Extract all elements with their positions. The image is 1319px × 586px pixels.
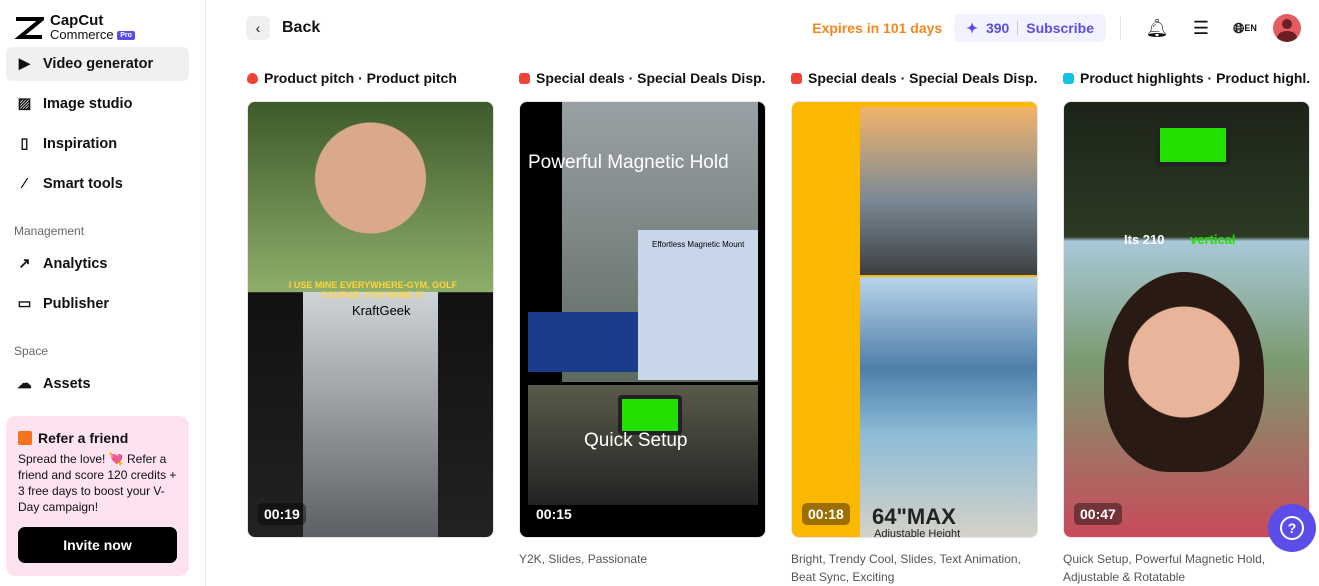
nav-label: Inspiration	[43, 136, 118, 152]
calendar-icon: ▭	[17, 296, 32, 312]
video-thumbnail[interactable]: 64"MAX Adjustable Height 00:18	[791, 101, 1038, 538]
card-title: Product highlights · Product highl...	[1080, 70, 1310, 86]
sparkle-icon: ✦	[966, 19, 978, 36]
chart-icon: ↗	[18, 256, 31, 272]
phone-icon: ▯	[20, 136, 29, 152]
video-thumbnail[interactable]: Its 210 vertical 00:47	[1063, 101, 1310, 538]
chevron-left-icon[interactable]: ‹	[246, 16, 270, 40]
capcut-commerce-logo[interactable]: CapCut Commerce Pro	[14, 12, 135, 42]
bell-icon[interactable]: 🔔︎	[1143, 14, 1171, 42]
nav-label: Image studio	[43, 96, 133, 112]
logo-subtext: Commerce	[50, 27, 114, 42]
credits-count: 390	[985, 20, 1010, 36]
globe-language-icon[interactable]: 🌐︎ EN	[1231, 14, 1259, 42]
duration-badge: 00:15	[536, 506, 572, 522]
section-label-space: Space	[14, 344, 49, 358]
refer-title: Refer a friend	[38, 430, 129, 446]
header-actions: Expires in 101 days ✦ 390 Subscribe 🔔︎ ☰ 🌐…	[812, 13, 1301, 43]
sidebar-item-video-generator[interactable]: ▶ Video generator	[6, 47, 189, 81]
refer-a-friend-card: Refer a friend Spread the love! 💘 Refer …	[6, 416, 189, 576]
cloud-icon: ☁	[17, 376, 32, 392]
expires-text: Expires in 101 days	[812, 20, 943, 36]
subscribe-button[interactable]: Subscribe	[1026, 20, 1094, 36]
back-button[interactable]: Back	[282, 19, 320, 37]
sidebar: CapCut Commerce Pro ▶ Video generator ▨ Ima…	[0, 0, 206, 586]
sidebar-item-analytics[interactable]: ↗ Analytics	[6, 247, 189, 281]
duration-badge: 00:19	[258, 503, 306, 525]
refer-text: Spread the love! 💘 Refer a friend and sc…	[18, 452, 177, 514]
video-thumbnail[interactable]: Powerful Magnetic Hold Quick Setup Effor…	[519, 101, 766, 538]
avatar[interactable]	[1273, 14, 1301, 42]
gift-icon	[18, 431, 32, 445]
plus-badge-icon	[1063, 72, 1074, 84]
card-title: Special deals · Special Deals Disp...	[536, 70, 766, 86]
overlay-text: 64"MAX	[872, 504, 956, 529]
nav-label: Assets	[43, 376, 91, 392]
nav-label: Video generator	[43, 56, 154, 72]
nav-label: Smart tools	[43, 176, 123, 192]
image-sparkle-icon: ▨	[17, 96, 32, 112]
magic-wand-icon: ⁄	[23, 176, 26, 192]
help-button[interactable]: ?	[1268, 504, 1316, 552]
nav-label: Analytics	[43, 256, 108, 272]
tag-icon	[519, 72, 530, 84]
language-code: EN	[1244, 23, 1257, 33]
sidebar-item-assets[interactable]: ☁ Assets	[6, 367, 189, 401]
logo-text: CapCut	[50, 12, 104, 29]
credits-subscribe[interactable]: ✦ 390 Subscribe	[954, 14, 1106, 42]
fire-icon	[247, 72, 258, 84]
overlay-text: vertical	[1190, 232, 1236, 247]
overlay-text: Its 210	[1124, 232, 1165, 247]
duration-badge: 00:18	[802, 503, 850, 525]
card-tags: Y2K, Slides, Passionate	[519, 552, 648, 566]
inbox-icon[interactable]: ☰	[1187, 14, 1215, 42]
overlay-text: Adjustable Height	[874, 528, 961, 538]
card-tags: Bright, Trendy Cool, Slides, Text Animat…	[791, 552, 1021, 584]
template-card[interactable]: Product highlights · Product highl... It…	[1063, 70, 1310, 586]
template-card[interactable]: Product pitch · Product pitch I USE MINE…	[247, 70, 494, 538]
overlay-text: I USE MINE EVERYWHERE-GYM, GOLF COURSE, …	[288, 280, 458, 300]
video-sparkle-icon: ▶	[18, 56, 31, 72]
invite-now-button[interactable]: Invite now	[18, 527, 177, 563]
duration-badge: 00:47	[1074, 503, 1122, 525]
card-tags: Quick Setup, Powerful Magnetic Hold, Adj…	[1063, 552, 1266, 584]
video-thumbnail[interactable]: I USE MINE EVERYWHERE-GYM, GOLF COURSE, …	[247, 101, 494, 538]
sidebar-item-publisher[interactable]: ▭ Publisher	[6, 287, 189, 321]
nav-label: Publisher	[43, 296, 110, 312]
card-title: Special deals · Special Deals Disp...	[808, 70, 1038, 86]
template-card[interactable]: Special deals · Special Deals Disp... Po…	[519, 70, 766, 568]
overlay-text: Powerful Magnetic Hold	[528, 152, 729, 173]
overlay-text: KraftGeek	[352, 303, 411, 318]
section-label-management: Management	[14, 224, 85, 238]
overlay-text: Effortless Magnetic Mount	[652, 240, 745, 249]
sidebar-item-inspiration[interactable]: ▯ Inspiration	[6, 127, 189, 161]
question-icon: ?	[1280, 516, 1304, 540]
sidebar-item-image-studio[interactable]: ▨ Image studio	[6, 87, 189, 121]
back-nav[interactable]: ‹ Back	[246, 16, 320, 40]
tag-icon	[791, 72, 802, 84]
sidebar-item-smart-tools[interactable]: ⁄ Smart tools	[6, 167, 189, 201]
card-title: Product pitch · Product pitch	[264, 70, 457, 86]
pro-badge: Pro	[117, 31, 135, 41]
capcut-logo-icon	[14, 17, 44, 40]
overlay-text: Quick Setup	[584, 430, 688, 451]
template-card[interactable]: Special deals · Special Deals Disp... 64…	[791, 70, 1038, 586]
